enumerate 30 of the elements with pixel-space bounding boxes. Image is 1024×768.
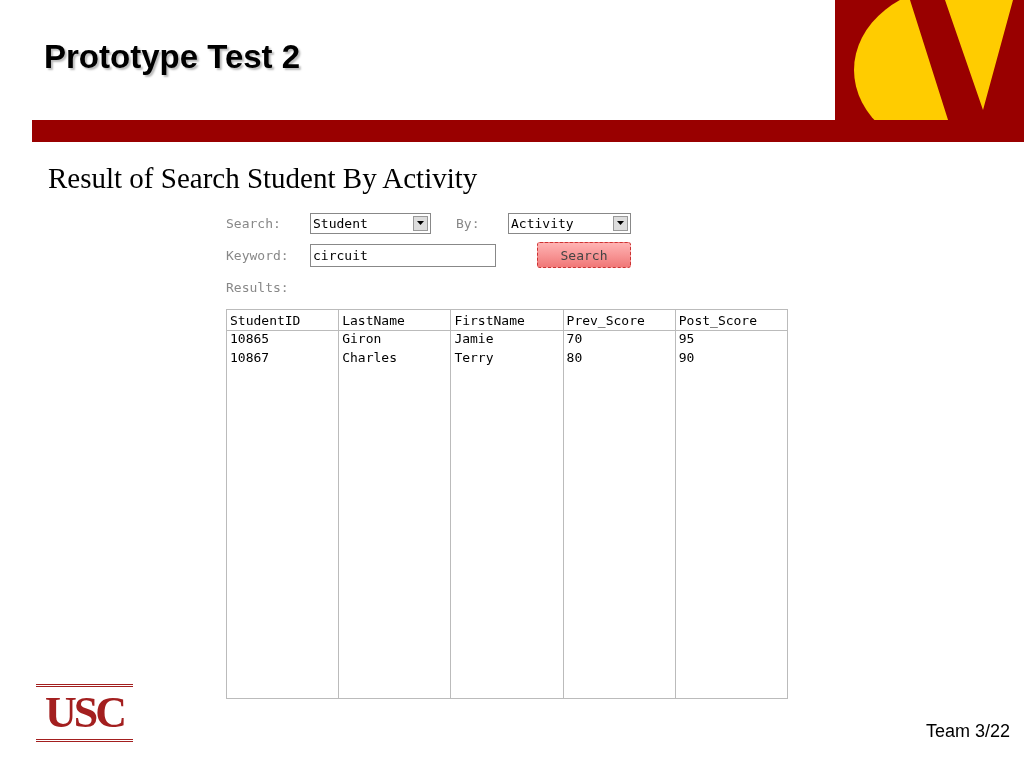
table-cell: Charles [338, 350, 451, 369]
by-label: By: [455, 215, 481, 231]
page-number: Team 3/22 [925, 721, 1010, 742]
slide-title: Prototype Test 2 [44, 38, 301, 76]
table-cell: 10865 [226, 330, 339, 350]
table-cell: 80 [563, 350, 676, 369]
table-cell: 95 [675, 330, 788, 350]
results-label: Results: [225, 279, 290, 295]
column-header: LastName [338, 309, 451, 331]
keyword-label: Keyword: [225, 247, 290, 263]
v-logo-icon [835, 0, 1024, 142]
slide-subtitle: Result of Search Student By Activity [48, 162, 479, 195]
column-header: FirstName [450, 309, 564, 331]
table-cell: Jamie [450, 330, 564, 350]
table-cell: Giron [338, 330, 451, 350]
dropdown-caret-icon[interactable] [413, 215, 428, 231]
table-cell: 70 [563, 330, 676, 350]
column-header: Prev_Score [563, 309, 676, 331]
usc-logo: USC [36, 684, 133, 742]
search-label: Search: [225, 215, 282, 231]
table-cell: 90 [675, 350, 788, 369]
keyword-field[interactable]: circuit [310, 243, 496, 267]
search-button[interactable]: Search [537, 242, 631, 268]
table-cell: Terry [450, 350, 564, 369]
column-header: StudentID [226, 309, 339, 331]
table-cell: 10867 [226, 350, 339, 369]
dropdown-caret-icon[interactable] [613, 215, 628, 231]
by-dropdown[interactable]: Activity [508, 212, 631, 234]
column-header: Post_Score [675, 309, 788, 331]
search-dropdown[interactable]: Student [310, 212, 431, 234]
